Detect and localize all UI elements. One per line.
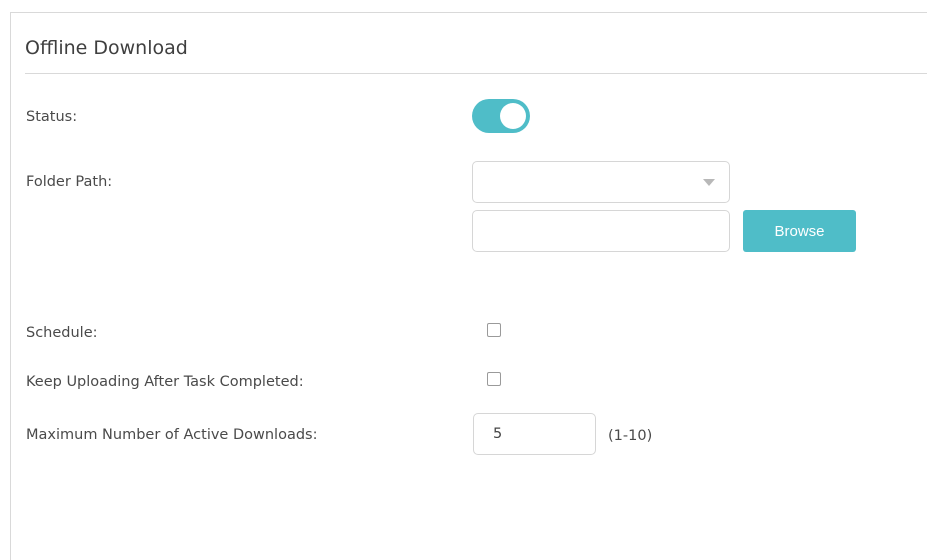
max-downloads-label: Maximum Number of Active Downloads: — [26, 427, 318, 443]
max-downloads-input[interactable] — [473, 413, 596, 455]
section-title: Offline Download — [25, 37, 188, 59]
keep-uploading-label: Keep Uploading After Task Completed: — [26, 374, 304, 390]
caret-down-icon — [703, 179, 715, 186]
schedule-checkbox[interactable] — [487, 323, 501, 337]
toggle-knob — [500, 103, 526, 129]
folder-path-select[interactable] — [472, 161, 730, 203]
browse-button[interactable]: Browse — [743, 210, 856, 252]
max-downloads-range-hint: (1-10) — [608, 428, 653, 444]
folder-path-input[interactable] — [472, 210, 730, 252]
status-toggle[interactable] — [472, 99, 530, 133]
keep-uploading-checkbox[interactable] — [487, 372, 501, 386]
status-label: Status: — [26, 109, 78, 125]
folder-path-label: Folder Path: — [26, 174, 113, 190]
offline-download-panel: Offline Download Status: Folder Path: Br… — [10, 12, 927, 560]
title-divider — [25, 73, 927, 74]
schedule-label: Schedule: — [26, 325, 98, 341]
